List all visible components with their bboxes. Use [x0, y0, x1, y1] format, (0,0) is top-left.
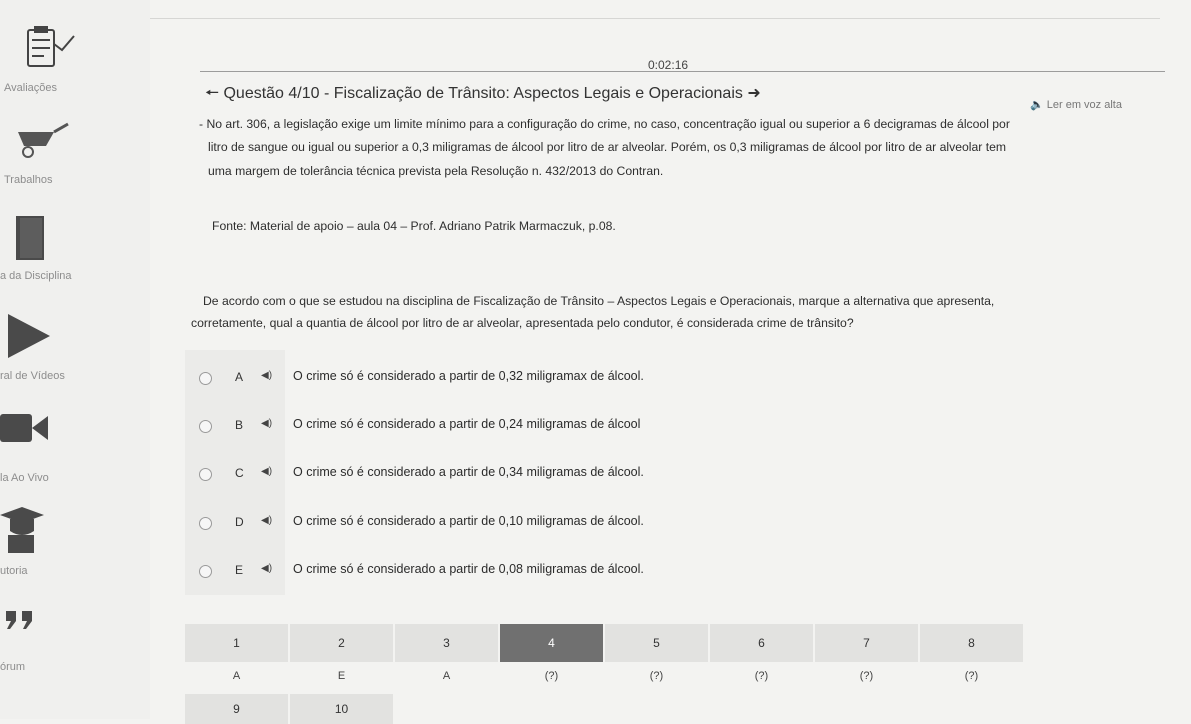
prompt-line: De acordo com o que se estudou na discip… [203, 294, 995, 308]
page-answer: A [232, 670, 241, 682]
sidebar-item-label: utoria [0, 565, 28, 577]
speaker-icon[interactable]: ◀) [261, 466, 272, 477]
sidebar-item-avaliacoes[interactable]: Avaliações [0, 24, 150, 104]
sidebar-item-label: órum [0, 661, 26, 673]
arrow-left-icon[interactable]: 🠔 [205, 85, 219, 102]
radio-button[interactable] [199, 565, 212, 578]
video-camera-icon [0, 414, 48, 442]
page-button-5[interactable]: 5 [605, 624, 708, 662]
page-answer: (?) [544, 670, 559, 682]
read-aloud-label: Ler em voz alta [1046, 99, 1122, 111]
page-answer: E [337, 670, 346, 682]
clipboard-check-icon [27, 26, 75, 67]
read-aloud-button[interactable]: 🔈 Ler em voz alta [1030, 98, 1122, 111]
option-e[interactable]: E ◀) O crime só é considerado a partir d… [195, 561, 795, 583]
speaker-icon[interactable]: ◀) [261, 418, 272, 429]
graduation-cap-icon [0, 507, 44, 553]
context-line: - No art. 306, a legislação exige um lim… [199, 117, 1010, 131]
top-bar [150, 0, 1160, 19]
page-answer: (?) [649, 670, 664, 682]
radio-button[interactable] [199, 517, 212, 530]
quote-icon [6, 611, 32, 629]
sidebar-item-disciplina[interactable]: a da Disciplina [0, 214, 150, 284]
option-letter: C [235, 466, 244, 480]
source-line: Fonte: Material de apoio – aula 04 – Pro… [212, 219, 616, 233]
page-button-2[interactable]: 2 [290, 624, 393, 662]
speaker-icon[interactable]: ◀) [261, 563, 272, 574]
sidebar-item-aovivo[interactable]: la Ao Vivo [0, 410, 150, 484]
context-line: litro de sangue ou igual ou superior a 0… [208, 140, 1007, 154]
sidebar-item-label: a da Disciplina [0, 270, 72, 282]
speaker-icon[interactable]: ◀) [261, 370, 272, 381]
prompt-line: corretamente, qual a quantia de álcool p… [191, 316, 854, 330]
option-text: O crime só é considerado a partir de 0,3… [293, 369, 644, 383]
option-text: O crime só é considerado a partir de 0,0… [293, 562, 644, 576]
page-button-7[interactable]: 7 [815, 624, 918, 662]
page-answer: (?) [754, 670, 769, 682]
option-letter: D [235, 515, 244, 529]
page-answer: (?) [859, 670, 874, 682]
divider [200, 71, 1165, 72]
book-icon [16, 216, 44, 260]
page-button-4[interactable]: 4 [500, 624, 603, 662]
speaker-icon: 🔈 [1030, 99, 1044, 111]
option-letter: A [235, 370, 244, 384]
question-title: Questão 4/10 - Fiscalização de Trânsito:… [223, 85, 743, 102]
option-b[interactable]: B ◀) O crime só é considerado a partir d… [195, 416, 795, 438]
timer: 0:02:16 [648, 58, 689, 72]
context-line: uma margem de tolerância técnica previst… [208, 164, 664, 178]
option-c[interactable]: C ◀) O crime só é considerado a partir d… [195, 464, 795, 486]
page-button-3[interactable]: 3 [395, 624, 498, 662]
page-button-10[interactable]: 10 [290, 694, 393, 724]
page-answer: A [442, 670, 451, 682]
option-letter: B [235, 418, 244, 432]
play-icon [8, 314, 50, 358]
page-button-1[interactable]: 1 [185, 624, 288, 662]
sidebar-item-label: Avaliações [4, 82, 57, 94]
option-text: O crime só é considerado a partir de 0,3… [293, 465, 644, 479]
sidebar-item-label: la Ao Vivo [0, 472, 49, 484]
option-letter: E [235, 563, 244, 577]
sidebar-item-forum[interactable]: órum [0, 605, 150, 675]
radio-button[interactable] [199, 420, 212, 433]
radio-button[interactable] [199, 372, 212, 385]
sidebar-item-videos[interactable]: ral de Vídeos [0, 312, 150, 382]
page-button-9[interactable]: 9 [185, 694, 288, 724]
option-d[interactable]: D ◀) O crime só é considerado a partir d… [195, 513, 795, 535]
option-a[interactable]: A ◀) O crime só é considerado a partir d… [195, 368, 795, 390]
sidebar-item-tutoria[interactable]: utoria [0, 505, 150, 580]
question-title-bar: 🠔 Questão 4/10 - Fiscalização de Trânsit… [205, 82, 761, 109]
sidebar: Avaliações Trabalhos a da Disciplina ral… [0, 0, 150, 719]
option-text: O crime só é considerado a partir de 0,1… [293, 514, 644, 528]
radio-button[interactable] [199, 468, 212, 481]
sidebar-item-label: Trabalhos [4, 174, 53, 186]
sidebar-item-label: ral de Vídeos [0, 370, 65, 382]
sidebar-item-trabalhos[interactable]: Trabalhos [0, 120, 150, 190]
option-text: O crime só é considerado a partir de 0,2… [293, 417, 641, 431]
page-button-8[interactable]: 8 [920, 624, 1023, 662]
speaker-icon[interactable]: ◀) [261, 515, 272, 526]
page-answer: (?) [964, 670, 979, 682]
wheelbarrow-icon [18, 122, 69, 158]
page-button-6[interactable]: 6 [710, 624, 813, 662]
arrow-right-icon[interactable]: ➜ [747, 85, 760, 102]
